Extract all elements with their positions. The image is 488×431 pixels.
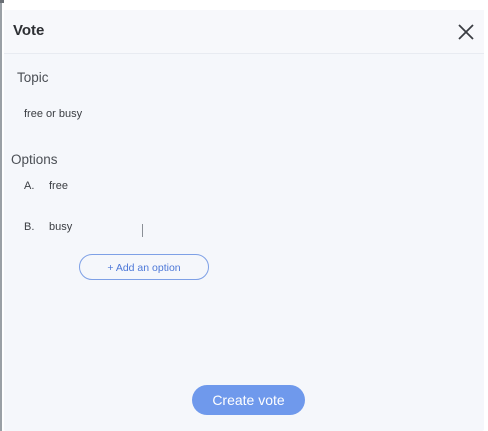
vote-dialog: Vote Topic free or busy Options A. B. + … (4, 10, 484, 431)
close-button[interactable] (455, 21, 477, 43)
window-edge-marker (0, 0, 4, 3)
option-letter: B. (24, 221, 35, 233)
topic-input[interactable]: free or busy (24, 108, 82, 120)
dialog-title: Vote (13, 22, 45, 39)
create-vote-button[interactable]: Create vote (192, 385, 305, 415)
option-b-input[interactable] (49, 221, 249, 233)
add-option-button[interactable]: + Add an option (79, 254, 209, 280)
screen: Vote Topic free or busy Options A. B. + … (0, 0, 488, 431)
options-label: Options (11, 152, 58, 167)
text-cursor (142, 224, 143, 237)
window-edge (0, 0, 2, 431)
dialog-header: Vote (4, 10, 484, 54)
topic-label: Topic (17, 70, 49, 85)
option-a-input[interactable] (49, 180, 249, 192)
close-icon (458, 24, 474, 40)
option-letter: A. (24, 180, 35, 192)
